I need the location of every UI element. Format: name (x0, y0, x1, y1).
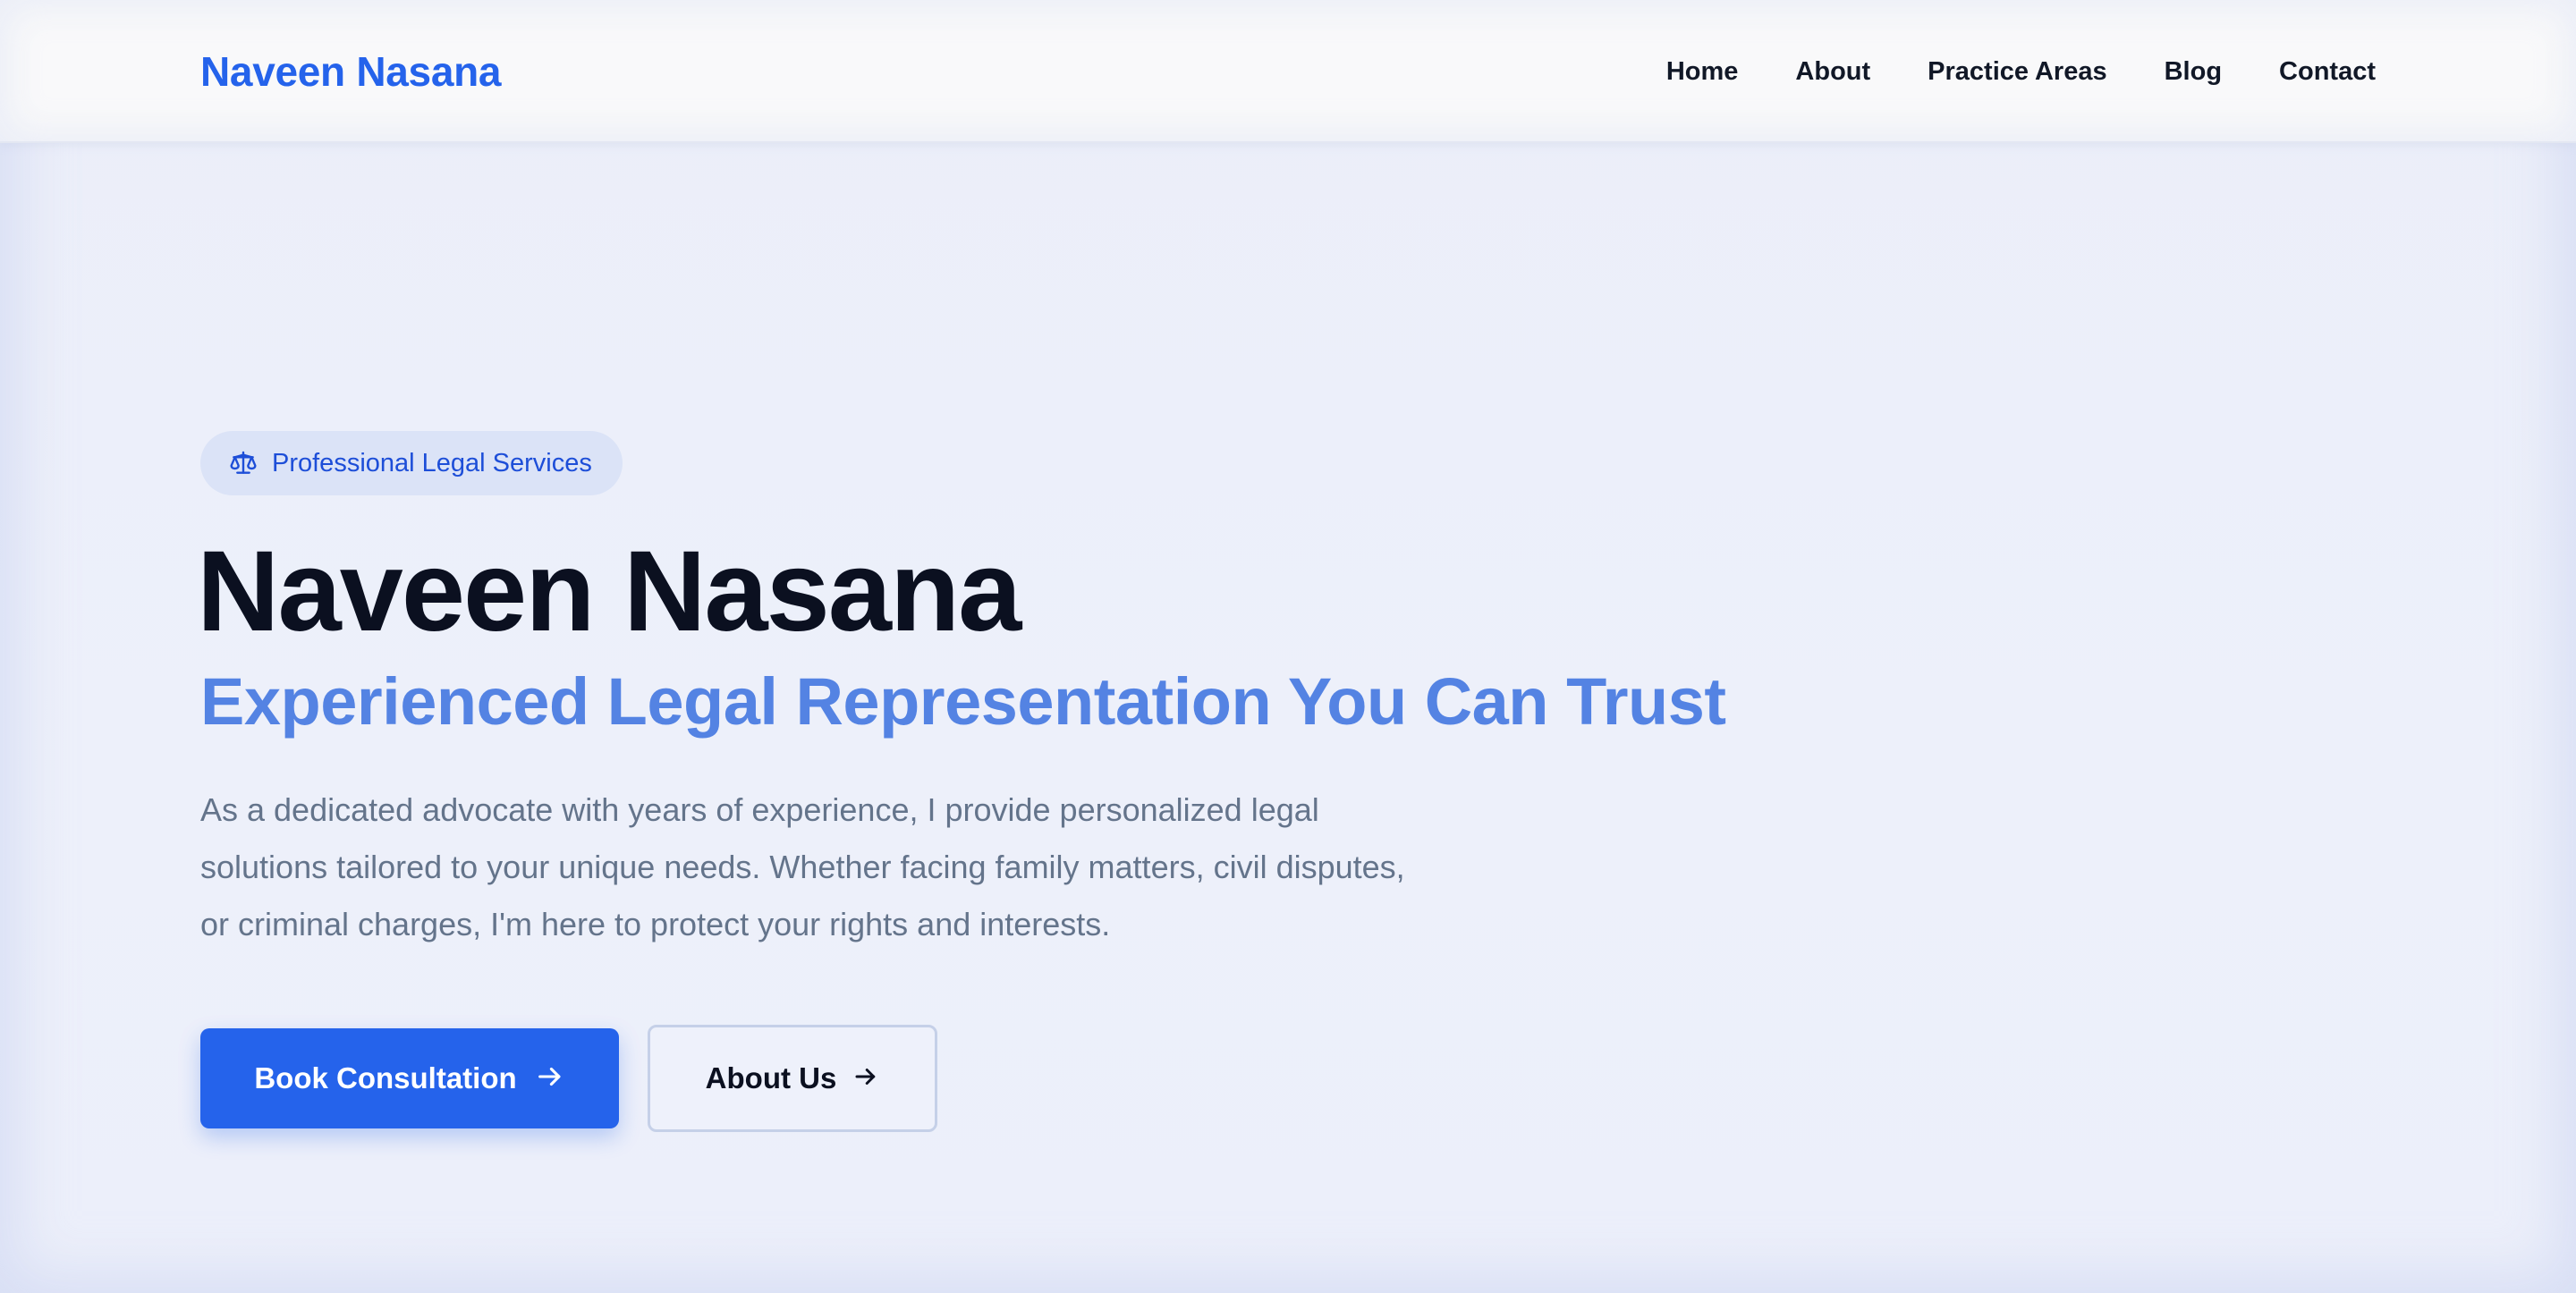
arrow-right-icon (852, 1063, 879, 1094)
site-header: Naveen Nasana Home About Practice Areas … (0, 0, 2576, 143)
badge-label: Professional Legal Services (272, 448, 592, 477)
services-badge: Professional Legal Services (200, 431, 623, 495)
nav-item-contact[interactable]: Contact (2279, 57, 2376, 87)
main-nav: Home About Practice Areas Blog Contact (1666, 50, 2376, 93)
site-logo[interactable]: Naveen Nasana (200, 45, 501, 98)
nav-item-blog[interactable]: Blog (2165, 57, 2222, 87)
nav-item-home[interactable]: Home (1666, 57, 1739, 87)
hero-title: Naveen Nasana (197, 528, 1021, 655)
nav-item-practice-areas[interactable]: Practice Areas (1928, 57, 2106, 87)
about-us-button[interactable]: About Us (648, 1025, 937, 1132)
hero-description: As a dedicated advocate with years of ex… (200, 791, 1405, 942)
scales-icon (229, 449, 258, 477)
book-consultation-button[interactable]: Book Consultation (200, 1028, 619, 1128)
book-consultation-label: Book Consultation (254, 1061, 517, 1094)
hero-subtitle: Experienced Legal Representation You Can… (200, 664, 1726, 739)
nav-item-about[interactable]: About (1795, 57, 1870, 87)
arrow-right-icon (535, 1061, 565, 1096)
about-us-label: About Us (705, 1061, 837, 1094)
